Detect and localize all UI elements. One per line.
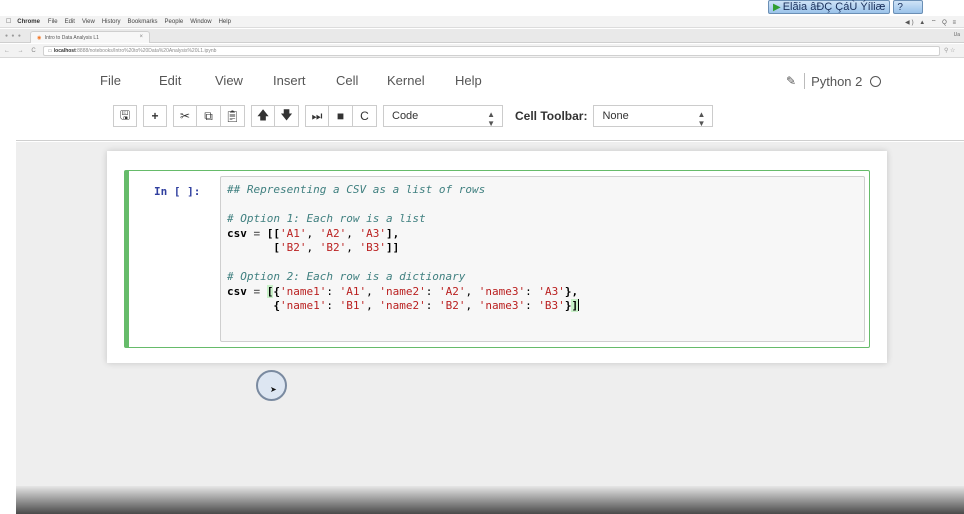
url-path: :8888/notebooks/Intro%20to%20Data%20Anal…: [75, 47, 217, 54]
jupyter-favicon-icon: ◉: [37, 35, 42, 41]
overlay-toolbar: ▶ Elãia âÐÇ ÇáÙ Ýíliæ ?: [768, 0, 924, 14]
mac-menu-file[interactable]: File: [48, 19, 58, 25]
restart-icon[interactable]: C: [353, 105, 377, 127]
menu-file[interactable]: File: [100, 73, 121, 88]
left-margin: [0, 59, 16, 514]
menu-edit[interactable]: Edit: [159, 73, 181, 88]
browser-tab[interactable]: ◉ Intro to Data Analysis L1 ×: [30, 31, 150, 43]
window-controls-icon[interactable]: ● ● ●: [5, 33, 22, 39]
overlay-help-button[interactable]: ?: [893, 0, 924, 14]
code-editor[interactable]: ## Representing a CSV as a list of rows …: [227, 183, 580, 314]
nav-buttons-icon[interactable]: ← → C: [4, 48, 39, 54]
mac-menu-window[interactable]: Window: [190, 19, 211, 25]
apple-icon[interactable]: : [6, 18, 11, 25]
screen:  Chrome File Edit View History Bookmark…: [0, 0, 964, 514]
overlay-play-label: Elãia âÐÇ ÇáÙ Ýíliæ: [782, 1, 886, 13]
notebook-toolbar: 🖫 + ✂ ⧉ 📋︎ 🡅 🡇 ⏭ ■ C Code ▲ ▼ Cell Toolb…: [113, 105, 714, 128]
notebook-menubar: File Edit View Insert Cell Kernel Help: [100, 73, 500, 93]
mac-menu-help[interactable]: Help: [219, 19, 231, 25]
menu-view[interactable]: View: [215, 73, 243, 88]
menu-cell[interactable]: Cell: [336, 73, 358, 88]
code-comment: ## Representing a CSV as a list of rows: [227, 183, 486, 196]
jupyter-header: File Edit View Insert Cell Kernel Help ✎…: [16, 59, 964, 141]
mac-menu-bookmarks[interactable]: Bookmarks: [128, 19, 158, 25]
url-host: localhost: [53, 47, 76, 54]
cell-type-value: Code: [392, 110, 419, 122]
kernel-name: Python 2: [811, 73, 863, 89]
bottom-fade: [16, 486, 964, 514]
menu-help[interactable]: Help: [455, 73, 482, 88]
tab-title: Intro to Data Analysis L1: [44, 35, 99, 41]
cell-toolbar-label: Cell Toolbar:: [515, 109, 588, 123]
select-arrows-icon: ▲ ▼: [697, 110, 706, 128]
insert-cell-below-icon[interactable]: +: [143, 105, 167, 127]
status-icons: ◀) ▲ ⌔ Q ≡: [904, 20, 958, 26]
cell-toolbar-value: None: [602, 110, 629, 122]
cell-toolbar-select[interactable]: None ▲ ▼: [593, 105, 714, 128]
stop-icon[interactable]: ■: [329, 105, 353, 127]
select-arrows-icon: ▲ ▼: [487, 110, 495, 128]
mac-menu-edit[interactable]: Edit: [65, 19, 75, 25]
text-cursor: [578, 299, 580, 311]
url-input[interactable]: ▭ localhost:8888/notebooks/Intro%20to%20…: [42, 45, 940, 56]
mac-menu-view[interactable]: View: [82, 19, 95, 25]
paste-icon[interactable]: 📋︎: [221, 105, 245, 127]
zoom-star-icon[interactable]: ⚲ ☆: [944, 47, 964, 54]
move-up-icon[interactable]: 🡅: [251, 105, 275, 127]
profile-button[interactable]: Ua: [954, 32, 960, 38]
input-prompt: In [ ]:: [154, 185, 201, 198]
run-cell-icon[interactable]: ⏭: [305, 105, 329, 127]
cut-icon[interactable]: ✂: [173, 105, 197, 127]
kernel-separator: [804, 73, 806, 89]
pencil-icon[interactable]: ✎: [786, 74, 796, 88]
code-comment: # Option 1: Each row is a list: [227, 212, 426, 225]
mac-app-name[interactable]: Chrome: [17, 19, 40, 25]
code-comment: # Option 2: Each row is a dictionary: [227, 270, 466, 283]
save-icon[interactable]: 🖫: [113, 105, 137, 127]
mouse-cursor-icon: ➤: [256, 370, 287, 401]
kernel-status-icon: [870, 75, 882, 87]
mac-menu-history[interactable]: History: [102, 19, 121, 25]
play-icon: ▶: [773, 1, 781, 13]
menu-kernel[interactable]: Kernel: [387, 73, 425, 88]
tab-close-icon[interactable]: ×: [139, 34, 143, 40]
overlay-play-button[interactable]: ▶ Elãia âÐÇ ÇáÙ Ýíliæ: [768, 0, 891, 14]
mac-menu-people[interactable]: People: [165, 19, 184, 25]
menu-insert[interactable]: Insert: [273, 73, 306, 88]
cell-type-select[interactable]: Code ▲ ▼: [383, 105, 503, 128]
kernel-indicator: ✎ Python 2: [786, 73, 882, 89]
browser-tab-strip: ● ● ● ◉ Intro to Data Analysis L1 × Ua: [0, 29, 964, 43]
mac-menu-bar:  Chrome File Edit View History Bookmark…: [0, 16, 964, 28]
address-bar: ← → C ▭ localhost:8888/notebooks/Intro%2…: [0, 44, 964, 58]
help-icon: ?: [897, 1, 903, 13]
move-down-icon[interactable]: 🡇: [275, 105, 299, 127]
copy-icon[interactable]: ⧉: [197, 105, 221, 127]
